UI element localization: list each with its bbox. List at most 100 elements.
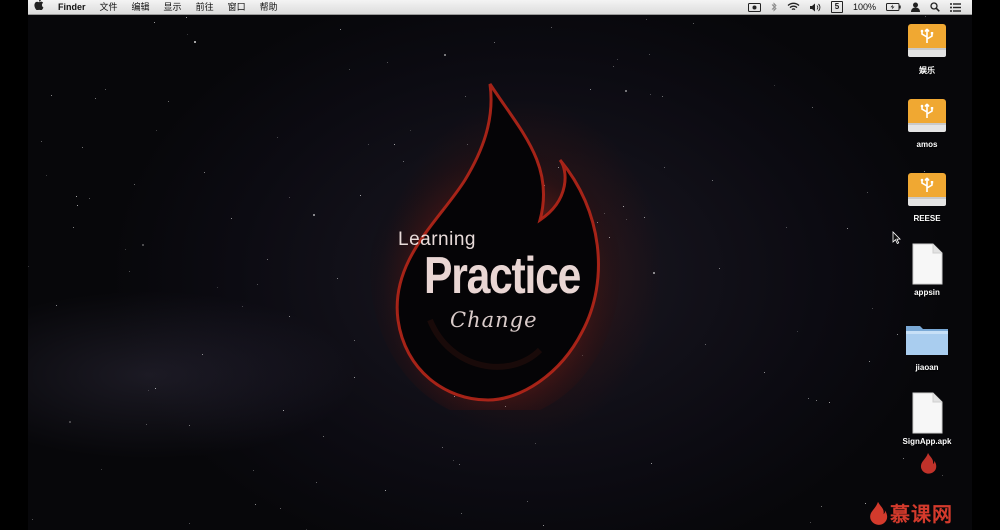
icon-label: appsin xyxy=(914,288,940,297)
star xyxy=(31,518,33,520)
menu-view[interactable]: 显示 xyxy=(158,0,190,15)
watermark-text: 慕课网 xyxy=(890,504,953,526)
small-flame-mark xyxy=(905,452,951,479)
star xyxy=(712,179,714,181)
star xyxy=(652,271,655,274)
star xyxy=(257,283,259,285)
star xyxy=(94,98,96,100)
star xyxy=(846,228,848,230)
logo-text-practice: Practice xyxy=(424,247,581,305)
star xyxy=(231,217,233,219)
star xyxy=(535,442,537,444)
star xyxy=(810,522,812,523)
star xyxy=(187,34,189,36)
star xyxy=(651,462,653,464)
star xyxy=(146,423,148,425)
star xyxy=(807,397,809,399)
star xyxy=(865,503,867,505)
star xyxy=(452,459,454,461)
desktop-icon-reese[interactable]: REESE xyxy=(887,169,967,223)
star xyxy=(458,464,460,466)
star xyxy=(643,216,645,218)
star xyxy=(872,307,874,309)
star xyxy=(154,387,156,389)
wifi-icon[interactable] xyxy=(782,2,805,12)
star xyxy=(353,339,355,341)
star xyxy=(253,470,255,472)
volume-icon[interactable] xyxy=(805,3,826,12)
desktop-icon-appsin[interactable]: appsin xyxy=(887,243,967,297)
star xyxy=(88,198,90,200)
star xyxy=(368,144,370,146)
star xyxy=(866,192,868,194)
bluetooth-icon[interactable] xyxy=(766,2,782,12)
battery-percent[interactable]: 100% xyxy=(848,0,881,15)
star xyxy=(719,268,721,270)
star xyxy=(662,96,664,98)
star xyxy=(868,361,870,363)
input-method-icon[interactable]: 5 xyxy=(826,1,848,13)
desktop-icon-signapp-apk[interactable]: SignApp.apk xyxy=(887,392,967,446)
document-icon xyxy=(912,243,943,285)
star xyxy=(241,306,243,308)
apple-logo-icon[interactable] xyxy=(28,0,52,15)
star xyxy=(185,16,187,18)
star xyxy=(142,243,144,246)
screen: Finder 文件 编辑 显示 前往 窗口 帮助 5 100% Learning… xyxy=(0,0,1000,530)
star xyxy=(340,29,342,31)
star xyxy=(312,213,315,216)
mouse-cursor-icon xyxy=(892,231,901,244)
star xyxy=(255,503,257,505)
notification-center-icon[interactable] xyxy=(945,2,966,12)
star xyxy=(648,54,650,56)
menu-finder[interactable]: Finder xyxy=(52,0,94,15)
star xyxy=(129,270,131,272)
star xyxy=(811,106,813,108)
star xyxy=(316,482,318,484)
star xyxy=(764,371,766,373)
desktop-icon-amos[interactable]: amos xyxy=(887,95,967,149)
star xyxy=(216,286,218,288)
star xyxy=(72,227,74,229)
star xyxy=(617,59,619,61)
star xyxy=(28,265,30,267)
usb-drive-icon xyxy=(908,99,946,132)
desktop-icon-jiaoan[interactable]: jiaoan xyxy=(887,318,967,372)
logo-text-change: Change xyxy=(450,308,538,332)
star xyxy=(902,458,904,460)
star xyxy=(125,248,127,250)
menu-window[interactable]: 窗口 xyxy=(222,0,254,15)
star xyxy=(40,141,42,143)
menu-edit[interactable]: 编辑 xyxy=(126,0,158,15)
star xyxy=(785,227,787,229)
star xyxy=(442,446,444,448)
star xyxy=(816,399,818,401)
desktop-icon-yule[interactable]: 娱乐 xyxy=(887,20,967,76)
usb-drive-icon xyxy=(908,173,946,206)
star xyxy=(542,524,544,526)
menu-help[interactable]: 帮助 xyxy=(254,0,286,15)
star xyxy=(283,409,285,411)
menu-bar: Finder 文件 编辑 显示 前往 窗口 帮助 5 100% xyxy=(28,0,972,15)
menu-go[interactable]: 前往 xyxy=(190,0,222,15)
star xyxy=(664,167,666,169)
user-icon[interactable] xyxy=(906,2,925,12)
watermark: 慕课网 xyxy=(868,498,953,527)
star xyxy=(828,401,830,403)
star xyxy=(924,15,926,17)
star xyxy=(188,522,190,524)
battery-icon[interactable] xyxy=(881,3,906,11)
star xyxy=(494,41,496,43)
star xyxy=(76,205,78,207)
star xyxy=(612,66,614,68)
menu-file[interactable]: 文件 xyxy=(94,0,126,15)
screen-record-icon[interactable] xyxy=(743,2,766,12)
icon-label: amos xyxy=(916,140,938,149)
star xyxy=(288,196,290,198)
folder-icon xyxy=(906,326,948,355)
star xyxy=(821,506,823,508)
star xyxy=(704,344,706,346)
spotlight-search-icon[interactable] xyxy=(925,2,945,12)
star xyxy=(337,277,339,279)
star xyxy=(626,219,628,221)
